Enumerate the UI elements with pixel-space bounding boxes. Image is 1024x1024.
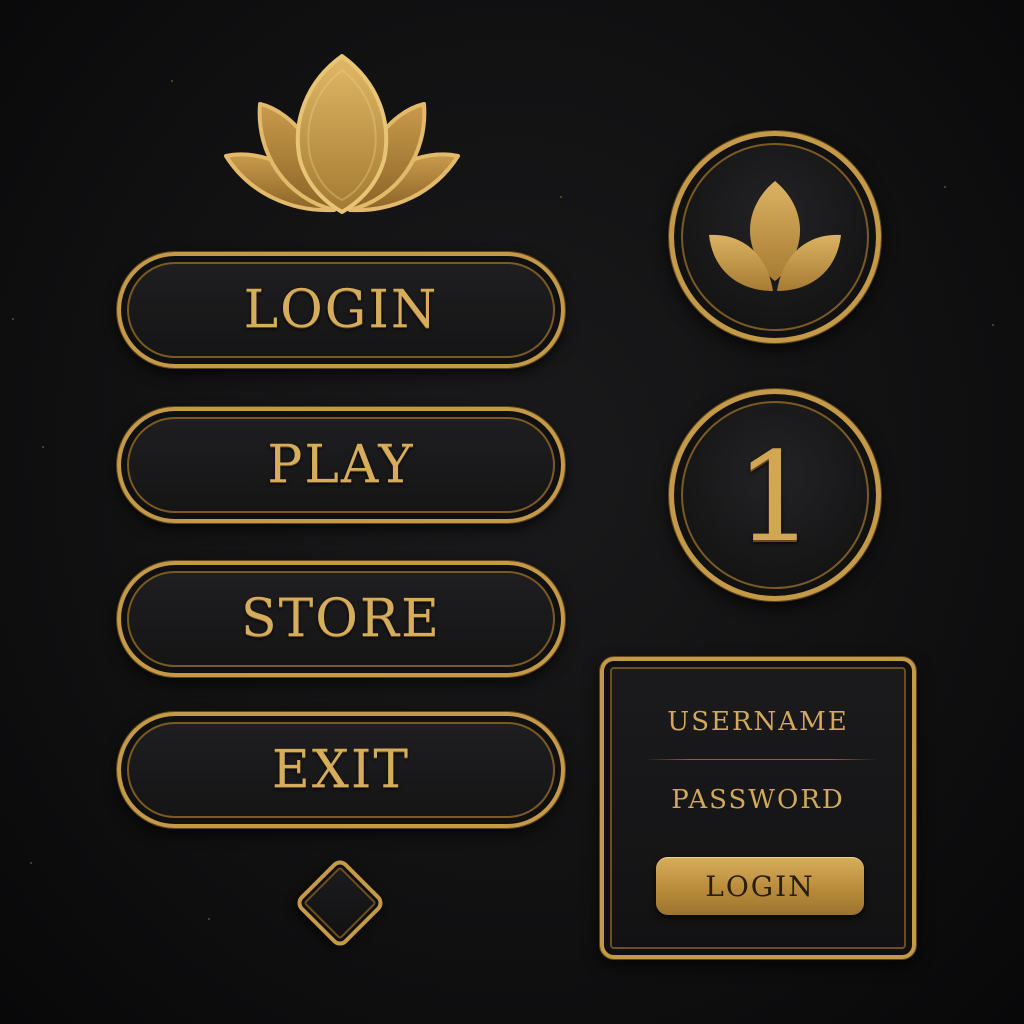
exit-button-label: EXIT bbox=[271, 740, 411, 800]
username-field[interactable]: USERNAME bbox=[604, 707, 912, 737]
login-panel: USERNAME PASSWORD LOGIN bbox=[600, 657, 916, 959]
speck bbox=[12, 318, 14, 320]
play-button[interactable]: PLAY bbox=[117, 407, 565, 523]
speck bbox=[560, 196, 562, 198]
panel-login-button-label: LOGIN bbox=[705, 869, 815, 903]
login-button-label: LOGIN bbox=[243, 280, 439, 340]
speck bbox=[992, 324, 994, 326]
login-button[interactable]: LOGIN bbox=[117, 252, 565, 368]
lotus-round-button[interactable] bbox=[669, 131, 881, 343]
level-one-button[interactable]: 1 bbox=[669, 389, 881, 601]
play-button-label: PLAY bbox=[267, 435, 415, 495]
speck bbox=[30, 862, 32, 864]
store-button-label: STORE bbox=[240, 589, 442, 649]
exit-button[interactable]: EXIT bbox=[117, 712, 565, 828]
speck bbox=[944, 186, 946, 188]
main-menu-screen: LOGIN PLAY STORE EXIT 1 USERNAME PASSWOR… bbox=[0, 0, 1024, 1024]
field-divider bbox=[644, 759, 878, 760]
speck bbox=[42, 446, 44, 448]
leaf-icon bbox=[709, 181, 841, 291]
lotus-logo-icon bbox=[224, 54, 460, 214]
panel-login-button[interactable]: LOGIN bbox=[656, 857, 864, 915]
diamond-button[interactable] bbox=[293, 856, 387, 950]
speck bbox=[208, 918, 210, 920]
speck bbox=[171, 80, 173, 82]
password-field[interactable]: PASSWORD bbox=[604, 785, 912, 815]
number-badge-label: 1 bbox=[735, 426, 815, 570]
store-button[interactable]: STORE bbox=[117, 561, 565, 677]
